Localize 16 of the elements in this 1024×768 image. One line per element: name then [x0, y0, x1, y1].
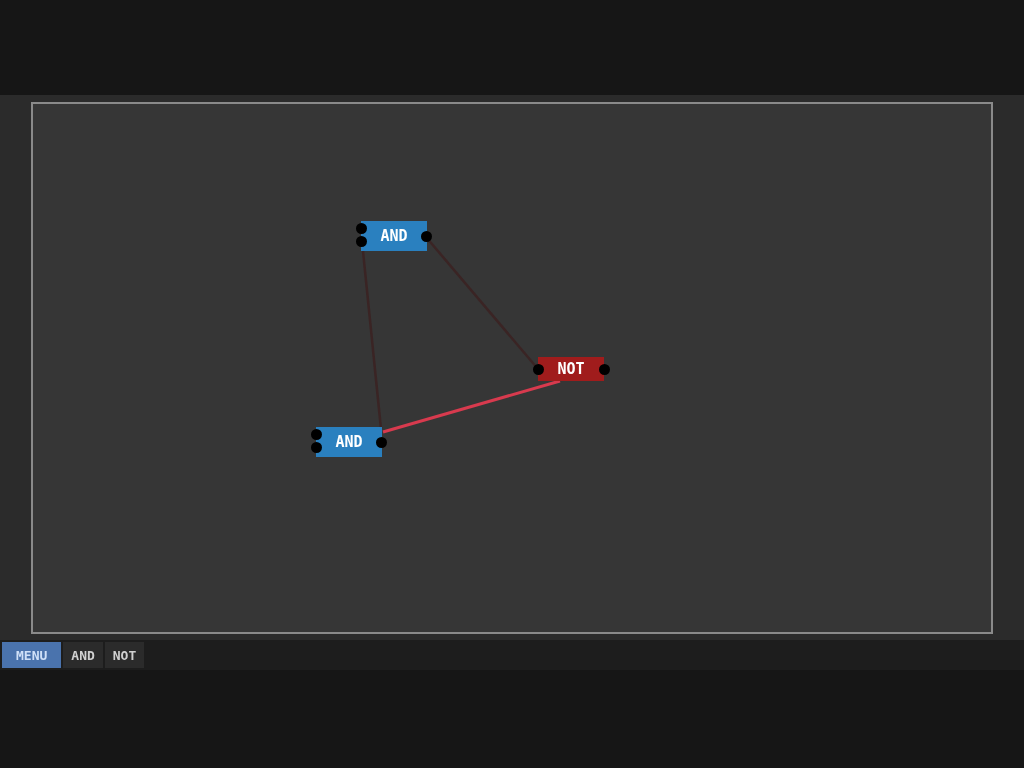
port-dot[interactable] [421, 230, 432, 242]
toolbar-button[interactable]: NOT [104, 642, 145, 668]
and-gate[interactable]: AND [361, 221, 427, 251]
port-dot[interactable] [376, 436, 387, 448]
port-dot[interactable] [533, 363, 544, 375]
toolbar-button[interactable]: AND [63, 642, 103, 668]
toolbar-button[interactable]: MENU [2, 642, 62, 668]
and-gate[interactable]: AND [316, 427, 382, 457]
port-dot[interactable] [356, 223, 367, 234]
port-dot[interactable] [311, 442, 322, 453]
wire[interactable] [382, 379, 561, 434]
wire[interactable] [361, 250, 383, 430]
port-dot[interactable] [599, 363, 610, 375]
not-gate[interactable]: NOT [538, 357, 604, 381]
port-dot[interactable] [356, 236, 367, 247]
port-dot[interactable] [311, 429, 322, 440]
